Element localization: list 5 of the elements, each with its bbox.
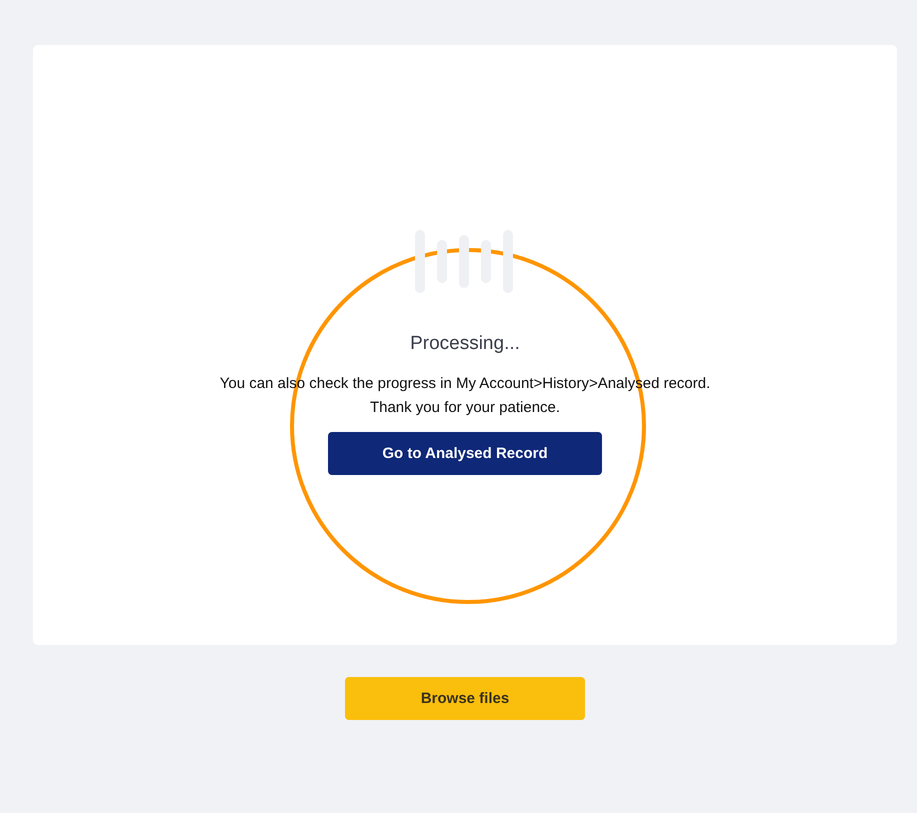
- progress-message: Thank you for your patience.: [370, 398, 560, 418]
- processing-title: Processing...: [410, 332, 520, 356]
- loading-bars-icon: [415, 230, 515, 293]
- analysed-record-button[interactable]: Go to Analysed Record: [328, 432, 602, 475]
- browse-files-button[interactable]: Browse files: [345, 677, 585, 720]
